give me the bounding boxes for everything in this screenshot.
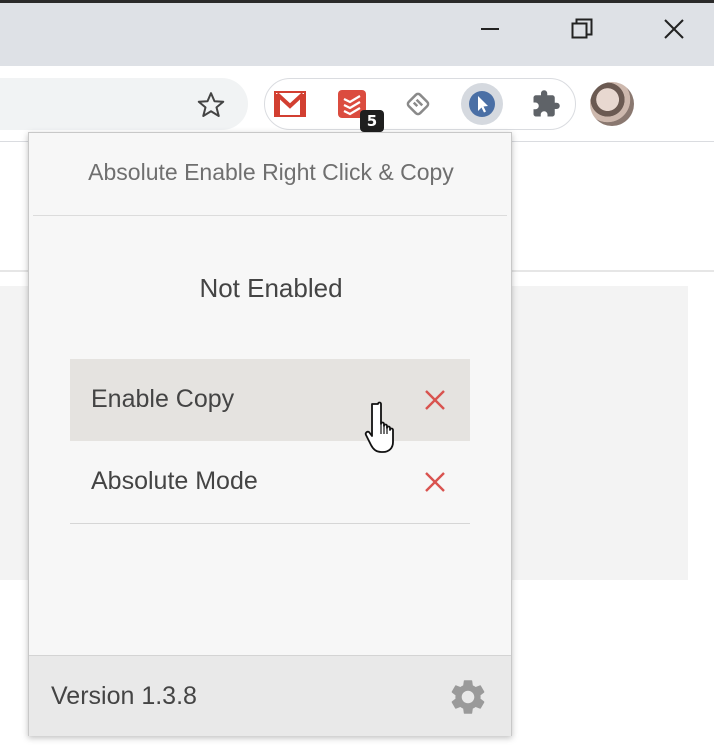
star-icon[interactable] [196, 90, 226, 120]
divider [70, 523, 470, 524]
x-icon[interactable] [422, 387, 448, 413]
popup-title: Absolute Enable Right Click & Copy [88, 159, 454, 185]
option-label: Enable Copy [91, 385, 235, 413]
close-icon[interactable] [658, 13, 690, 45]
puzzle-icon[interactable] [529, 87, 563, 121]
extension-popup: Absolute Enable Right Click & Copy Not E… [28, 132, 512, 736]
divider [33, 215, 507, 216]
hand-cursor-icon [364, 400, 408, 456]
minimize-icon[interactable] [474, 13, 506, 45]
absolute-enable-right-click-icon[interactable] [461, 83, 503, 125]
status-text: Not Enabled [199, 273, 343, 303]
enable-copy-option[interactable]: Enable Copy [70, 359, 470, 441]
version-label: Version 1.3.8 [51, 682, 197, 710]
restore-icon[interactable] [566, 13, 598, 45]
feedly-icon[interactable] [401, 87, 435, 121]
extensions-area [264, 78, 576, 130]
window-titlebar [0, 0, 714, 66]
gmail-icon[interactable] [273, 87, 307, 121]
popup-footer: Version 1.3.8 [29, 655, 511, 736]
gear-icon[interactable] [447, 676, 489, 718]
option-label: Absolute Mode [91, 467, 258, 495]
todoist-badge: 5 [360, 110, 384, 132]
avatar[interactable] [590, 82, 634, 126]
x-icon[interactable] [422, 469, 448, 495]
absolute-mode-option[interactable]: Absolute Mode [70, 441, 470, 523]
